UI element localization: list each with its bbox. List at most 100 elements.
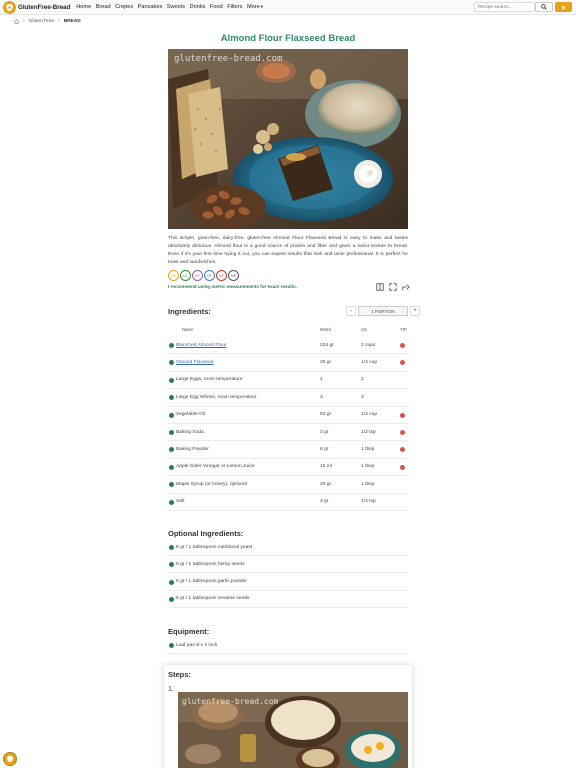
metric-note: I recommend using metric measurements fo…: [168, 284, 297, 289]
ingredients-title: Ingredients:: [168, 307, 211, 316]
col-us: US: [361, 327, 367, 332]
col-metric: Metric: [320, 327, 332, 332]
nav-link-crepes[interactable]: Crepes: [115, 4, 133, 10]
search-input[interactable]: [474, 2, 535, 12]
nav-links: Home Bread Crepes Pancakes Sweets Drinks…: [76, 4, 268, 10]
home-icon[interactable]: [14, 18, 19, 24]
ingredient-name: Large Egg Whites, room temperature: [176, 394, 257, 400]
ingredient-metric: 3: [320, 394, 323, 400]
breadcrumb: › Gluten Free › BREAD: [14, 18, 81, 24]
bullet-dot: [169, 596, 174, 602]
col-name: Name: [182, 327, 194, 332]
tip-icon[interactable]: [400, 412, 405, 418]
ingredient-metric: 2: [320, 377, 323, 383]
floating-menu-button[interactable]: [3, 752, 17, 766]
step-watermark: glutenfree-bread.com: [182, 697, 279, 706]
bullet-dot: [169, 377, 174, 383]
nav-link-bread[interactable]: Bread: [96, 4, 111, 10]
badge-nf[interactable]: NF: [228, 270, 239, 281]
col-tip: TIP: [400, 327, 407, 332]
optional-item-text: 6 gr / 1 tablespoon sesame seeds: [176, 596, 250, 602]
ingredient-row: Large Egg Whites, room temperature 3 3: [168, 389, 408, 407]
step-photo: glutenfree-bread.com: [178, 692, 408, 768]
fullscreen-icon[interactable]: [388, 282, 397, 291]
ingredient-us: 1/2 tsp: [361, 499, 376, 505]
badge-df[interactable]: DF: [204, 270, 215, 281]
tip-icon[interactable]: [400, 464, 405, 470]
badge-ef[interactable]: EF: [192, 270, 203, 281]
nav-link-home[interactable]: Home: [76, 4, 91, 10]
optional-item-text: 6 gr / 1 tablespoon hemp seeds: [176, 561, 245, 567]
ingredient-us: 2 cups: [361, 342, 376, 348]
equipment-item: Loaf pan 8 x 4 inch: [168, 637, 408, 654]
portion-decrease-button[interactable]: -: [346, 306, 356, 316]
tip-icon[interactable]: [400, 447, 405, 453]
bullet-dot: [169, 579, 174, 585]
optional-item-text: 6 gr / 1 tablespoon nutritional yeast: [176, 544, 253, 550]
portion-increase-button[interactable]: +: [410, 306, 420, 316]
bullet-dot: [169, 643, 174, 648]
ingredient-row: Blanched Almond Flour 224 gr 2 cups: [168, 337, 408, 355]
ingredient-us: 1/4 cup: [361, 359, 378, 365]
search-button[interactable]: [535, 2, 553, 12]
bullet-dot: [169, 464, 174, 470]
book-icon[interactable]: [375, 282, 384, 291]
nav-link-sweets[interactable]: Sweets: [167, 4, 185, 10]
tip-icon[interactable]: [400, 343, 405, 348]
bullet-dot: [169, 343, 174, 348]
badge-gf[interactable]: GF: [168, 270, 179, 281]
ingredient-name: Baking Powder: [176, 446, 209, 452]
nav-more-label: More: [246, 4, 260, 10]
bullet-dot: [169, 499, 174, 505]
share-icon[interactable]: [401, 282, 410, 291]
equipment-title: Equipment:: [168, 627, 210, 636]
optional-title: Optional Ingredients:: [168, 529, 244, 538]
steps-title: Steps:: [168, 670, 191, 679]
hero-photo: glutenfree-bread.com: [168, 49, 408, 229]
recipe-hero-image: glutenfree-bread.com: [168, 49, 408, 229]
nav-link-filters[interactable]: Filters: [227, 4, 242, 10]
ingredient-us: 1 tbsp: [361, 464, 375, 470]
nav-link-food[interactable]: Food: [210, 4, 223, 10]
ingredient-name: Maple Syrup (or honey), optional: [176, 481, 247, 487]
chevron-right-icon: ›: [58, 18, 60, 24]
ingredient-row: Maple Syrup (or honey), optional 20 gr 1 t…: [168, 476, 408, 494]
optional-item-text: 6 gr / 1 tablespoon garlic powder: [176, 579, 247, 585]
page-title: Almond Flour Flaxseed Bread: [220, 33, 356, 44]
ingredient-us: 1 tbsp: [361, 481, 375, 487]
bullet-dot: [169, 395, 174, 401]
bullet-dot: [169, 430, 174, 435]
ingredient-row: Apple Cider Vinegar or Lemon Juice 15 ml 1…: [168, 459, 408, 477]
favorites-button[interactable]: [555, 2, 572, 12]
ingredient-row: Vegetable Oil 50 gr 1/3 cup: [168, 407, 408, 424]
tip-icon[interactable]: [400, 360, 405, 366]
logo-text: GlutenFree-Bread: [18, 3, 71, 11]
recipe-tools: [371, 282, 410, 291]
ingredient-us: 1 tbsp: [361, 446, 375, 452]
ingredient-name[interactable]: Blanched Almond Flour: [176, 343, 227, 348]
optional-item: 6 gr / 1 tablespoon garlic powder: [168, 574, 408, 591]
bullet-dot: [169, 562, 174, 568]
search-icon: [541, 4, 547, 10]
tip-icon[interactable]: [400, 430, 405, 435]
breadcrumb-link-gluten-free[interactable]: Gluten Free: [29, 19, 54, 24]
diet-badges: GF LC EF DF VT NF: [168, 270, 240, 281]
ingredient-name: Vegetable Oil: [176, 412, 206, 418]
nav-link-drinks[interactable]: Drinks: [190, 4, 206, 10]
badge-lc[interactable]: LC: [180, 270, 191, 281]
ingredient-metric: 50 gr: [320, 412, 332, 418]
ingredient-row: Salt 3 gr 1/2 tsp: [168, 494, 408, 511]
ingredient-name: Baking Soda: [176, 429, 204, 435]
caret-down-icon: ▼: [259, 4, 264, 9]
nav-link-pancakes[interactable]: Pancakes: [138, 4, 163, 10]
nav-link-more[interactable]: More▼: [247, 4, 264, 10]
ingredient-row: Ground Flaxseed 30 gr 1/4 cup: [168, 354, 408, 372]
breadcrumb-current: BREAD: [63, 18, 81, 24]
ingredient-metric: 3 gr: [320, 499, 329, 505]
site-logo[interactable]: GlutenFree-Bread: [3, 0, 71, 14]
ingredient-name[interactable]: Ground Flaxseed: [176, 360, 214, 365]
ingredients-table-header: Name Metric US TIP: [168, 327, 408, 335]
logo-icon: [3, 0, 16, 14]
optional-item: 6 gr / 1 tablespoon hemp seeds: [168, 556, 408, 574]
badge-vt[interactable]: VT: [216, 270, 227, 281]
